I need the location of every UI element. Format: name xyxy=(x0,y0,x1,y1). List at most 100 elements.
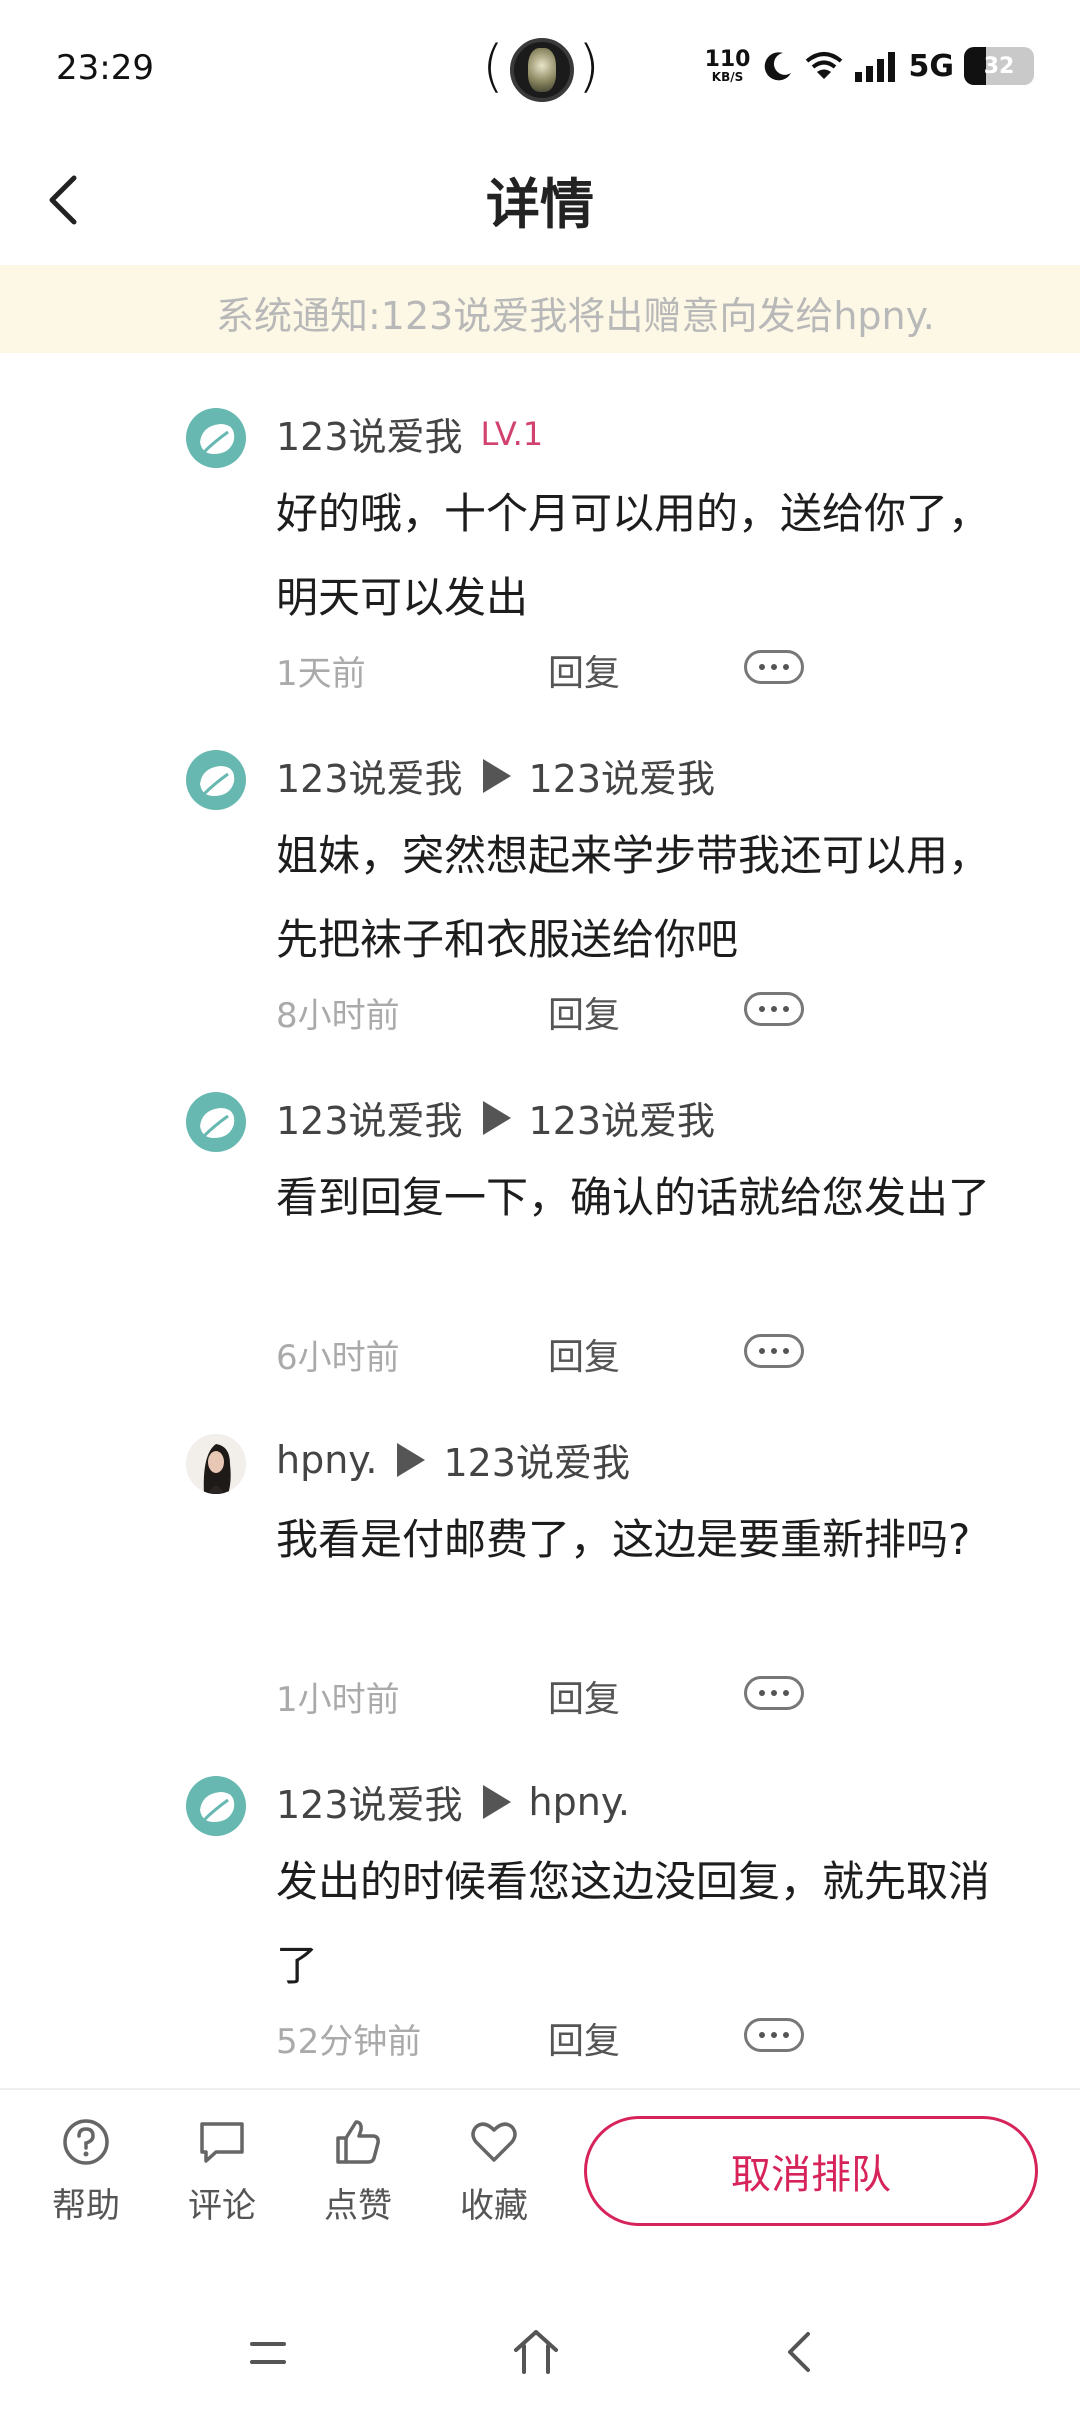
comment-text: 发出的时候看您这边没回复，就先取消了 xyxy=(276,1857,991,1990)
avatar[interactable] xyxy=(186,1776,246,1836)
comment-item: 123说爱我 hpny. 发出的时候看您这边没回复，就先取消了 52分钟前 回复 xyxy=(0,1756,1080,2098)
signal-icon xyxy=(854,52,895,82)
more-icon xyxy=(771,1348,777,1354)
avatar[interactable] xyxy=(186,750,246,810)
menu-button[interactable] xyxy=(238,2322,298,2382)
flashlight-indicator: ( ) xyxy=(482,34,600,104)
more-icon xyxy=(771,1006,777,1012)
network-speed-value: 110 xyxy=(704,47,751,72)
avatar[interactable] xyxy=(186,408,246,468)
paren-right-icon: ) xyxy=(578,34,600,99)
more-icon xyxy=(771,2032,777,2038)
home-icon xyxy=(514,2330,558,2374)
comment-author[interactable]: hpny. xyxy=(276,1438,377,1482)
user-level-badge: LV.1 xyxy=(480,414,544,453)
comment-icon xyxy=(200,2122,244,2163)
more-icon xyxy=(759,664,765,670)
leaf-avatar-icon xyxy=(200,1792,235,1822)
comment-button[interactable]: 评论 xyxy=(172,2116,272,2227)
reply-button[interactable]: 回复 xyxy=(548,644,620,696)
moon-icon xyxy=(764,52,791,81)
like-label: 点赞 xyxy=(324,2186,392,2226)
cancel-queue-button[interactable]: 取消排队 xyxy=(584,2116,1038,2226)
comment-author[interactable]: 123说爱我 xyxy=(276,406,463,461)
wifi-icon xyxy=(805,52,842,79)
avatar[interactable] xyxy=(186,1092,246,1152)
favorite-button[interactable]: 收藏 xyxy=(444,2116,544,2227)
back-nav-button[interactable] xyxy=(770,2322,830,2382)
help-icon xyxy=(63,2119,109,2165)
reply-to-user[interactable]: 123说爱我 xyxy=(529,748,716,803)
more-icon xyxy=(759,1348,765,1354)
comment-author[interactable]: 123说爱我 xyxy=(276,748,463,803)
comment-item: hpny. 123说爱我 我看是付邮费了，这边是要重新排吗? 1小时前 回复 xyxy=(0,1414,1080,1756)
comment-author[interactable]: 123说爱我 xyxy=(276,1090,463,1145)
comment-header: 123说爱我 123说爱我 xyxy=(276,748,715,803)
reply-button[interactable]: 回复 xyxy=(548,1670,620,1722)
bottom-action-bar: 帮助 评论 点赞 收藏 取消排队 xyxy=(0,2090,1080,2280)
header: 详情 xyxy=(0,140,1080,265)
page-title: 详情 xyxy=(486,173,594,236)
avatar[interactable] xyxy=(186,1434,246,1494)
more-icon xyxy=(771,1690,777,1696)
page: 23:29 ( ) 110 KB/S 5G 32 详情 系统通知:123说爱我将… xyxy=(0,0,1080,2412)
comment-author[interactable]: 123说爱我 xyxy=(276,1774,463,1829)
profile-photo-icon xyxy=(186,1434,246,1494)
more-options-button[interactable] xyxy=(744,1676,804,1710)
leaf-avatar-icon xyxy=(200,1108,235,1138)
menu-icon xyxy=(250,2342,286,2364)
system-nav-bar xyxy=(0,2280,1080,2412)
more-options-button[interactable] xyxy=(744,1334,804,1368)
thumbs-up-icon xyxy=(336,2120,380,2164)
more-icon xyxy=(759,2032,765,2038)
reply-arrow-icon xyxy=(482,1100,511,1135)
comment-time: 1小时前 xyxy=(276,1680,400,1720)
network-speed: 110 KB/S xyxy=(704,47,751,84)
heart-icon xyxy=(471,2122,517,2162)
system-notice-text: 系统通知:123说爱我将出赠意向发给hpny. xyxy=(216,294,935,338)
reply-to-user[interactable]: 123说爱我 xyxy=(529,1090,716,1145)
more-options-button[interactable] xyxy=(744,650,804,684)
more-icon xyxy=(783,1348,789,1354)
leaf-avatar-icon xyxy=(200,766,235,796)
network-type: 5G xyxy=(908,48,955,84)
comment-time: 52分钟前 xyxy=(276,2022,422,2062)
more-options-button[interactable] xyxy=(744,992,804,1026)
like-button[interactable]: 点赞 xyxy=(308,2116,408,2227)
home-button[interactable] xyxy=(506,2322,566,2382)
comment-item: 123说爱我 123说爱我 姐妹，突然想起来学步带我还可以用，先把袜子和衣服送给… xyxy=(0,730,1080,1072)
comment-time: 8小时前 xyxy=(276,996,400,1036)
comment-item: 123说爱我 123说爱我 看到回复一下，确认的话就给您发出了 6小时前 回复 xyxy=(0,1072,1080,1414)
flashlight-icon xyxy=(510,38,574,102)
reply-button[interactable]: 回复 xyxy=(548,986,620,1038)
help-button[interactable]: 帮助 xyxy=(36,2116,136,2227)
comment-text: 我看是付邮费了，这边是要重新排吗? xyxy=(276,1515,971,1564)
comment-item: 123说爱我 LV.1 好的哦，十个月可以用的，送给你了，明天可以发出 1天前 … xyxy=(0,388,1080,730)
comment-header: hpny. 123说爱我 xyxy=(276,1432,630,1487)
more-icon xyxy=(759,1006,765,1012)
system-notice: 系统通知:123说爱我将出赠意向发给hpny. xyxy=(0,265,1080,353)
status-bar: 23:29 ( ) 110 KB/S 5G 32 xyxy=(0,0,1080,140)
comment-time: 6小时前 xyxy=(276,1338,400,1378)
comment-label: 评论 xyxy=(188,2186,256,2226)
reply-to-user[interactable]: hpny. xyxy=(529,1780,630,1824)
reply-button[interactable]: 回复 xyxy=(548,1328,620,1380)
reply-arrow-icon xyxy=(482,1784,511,1819)
reply-button[interactable]: 回复 xyxy=(548,2012,620,2064)
paren-left-icon: ( xyxy=(482,34,504,99)
favorite-label: 收藏 xyxy=(460,2186,528,2226)
battery-level: 32 xyxy=(983,54,1015,79)
comment-text: 姐妹，突然想起来学步带我还可以用，先把袜子和衣服送给你吧 xyxy=(276,831,991,964)
more-icon xyxy=(783,1006,789,1012)
leaf-avatar-icon xyxy=(200,424,235,454)
help-label: 帮助 xyxy=(52,2186,120,2226)
more-icon xyxy=(783,2032,789,2038)
network-speed-unit: KB/S xyxy=(711,70,744,84)
status-time: 23:29 xyxy=(56,48,154,88)
battery-icon: 32 xyxy=(964,47,1034,85)
reply-to-user[interactable]: 123说爱我 xyxy=(443,1432,630,1487)
more-icon xyxy=(759,1690,765,1696)
more-options-button[interactable] xyxy=(744,2018,804,2052)
reply-arrow-icon xyxy=(482,758,511,793)
back-arrow-icon xyxy=(788,2332,810,2372)
